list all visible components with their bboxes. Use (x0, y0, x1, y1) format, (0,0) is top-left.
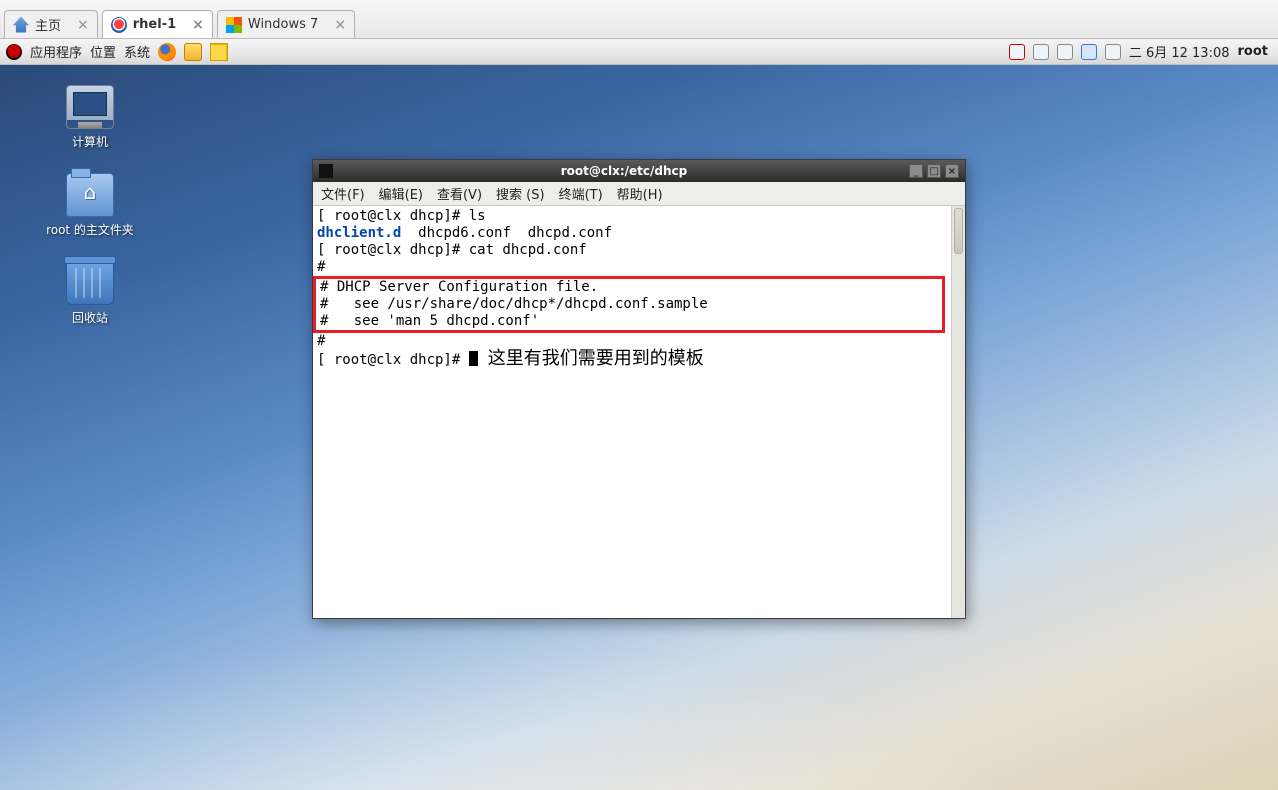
menu-edit[interactable]: 编辑(E) (379, 184, 423, 203)
terminal-menubar: 文件(F) 编辑(E) 查看(V) 搜索 (S) 终端(T) 帮助(H) (313, 182, 965, 206)
bluetooth-tray-icon[interactable] (1081, 44, 1097, 60)
window-title: root@clx:/etc/dhcp (339, 164, 909, 178)
close-button[interactable]: × (945, 164, 959, 178)
mail-icon[interactable] (184, 43, 202, 61)
terminal-line: # DHCP Server Configuration file. (320, 279, 598, 295)
menu-help[interactable]: 帮助(H) (617, 184, 663, 203)
network-tray-icon[interactable] (1033, 44, 1049, 60)
terminal-line: # (317, 259, 325, 275)
desktop-icon-label: root 的主文件夹 (30, 221, 150, 238)
vm-tab-label: rhel-1 (133, 17, 176, 32)
highlight-box: # DHCP Server Configuration file. # see … (313, 276, 945, 333)
scrollbar-thumb[interactable] (954, 208, 963, 254)
vm-tab-windows[interactable]: Windows 7 × (217, 10, 355, 38)
panel-user[interactable]: root (1238, 44, 1269, 59)
desktop-icon-trash[interactable]: 回收站 (30, 261, 150, 326)
redhat-logo-icon (6, 44, 22, 60)
menu-search[interactable]: 搜索 (S) (496, 184, 545, 203)
terminal-cursor (469, 351, 478, 366)
terminal-window: root@clx:/etc/dhcp _ □ × 文件(F) 编辑(E) 查看(… (312, 159, 966, 619)
desktop-icon-computer[interactable]: 计算机 (30, 85, 150, 150)
terminal-line: # see 'man 5 dhcpd.conf' (320, 313, 539, 329)
terminal-scrollbar[interactable] (951, 206, 965, 618)
menu-applications[interactable]: 应用程序 (30, 42, 82, 61)
update-tray-icon[interactable] (1009, 44, 1025, 60)
desktop-icon-label: 回收站 (30, 309, 150, 326)
vm-tab-bar: 主页 × rhel-1 × Windows 7 × (0, 0, 1278, 39)
terminal-ls-rest: dhcpd6.conf dhcpd.conf (401, 225, 612, 241)
panel-clock[interactable]: 二 6月 12 13:08 (1129, 42, 1230, 61)
window-titlebar[interactable]: root@clx:/etc/dhcp _ □ × (313, 160, 965, 182)
minimize-button[interactable]: _ (909, 164, 923, 178)
display-tray-icon[interactable] (1105, 44, 1121, 60)
close-icon[interactable]: × (334, 17, 346, 33)
vm-tab-label: 主页 (35, 15, 61, 34)
close-icon[interactable]: × (77, 17, 89, 33)
volume-tray-icon[interactable] (1057, 44, 1073, 60)
note-icon[interactable] (210, 43, 228, 61)
terminal-ls-dir: dhclient.d (317, 225, 401, 241)
menu-places[interactable]: 位置 (90, 42, 116, 61)
menu-view[interactable]: 查看(V) (437, 184, 482, 203)
folder-icon (66, 173, 114, 217)
computer-icon (66, 85, 114, 129)
terminal-titlebar-icon (319, 164, 333, 178)
annotation-text: 这里有我们需要用到的模板 (488, 348, 704, 369)
terminal-prompt: [ root@clx dhcp]# (317, 352, 469, 368)
desktop[interactable]: 计算机 root 的主文件夹 回收站 root@clx:/etc/dhcp _ … (0, 65, 1278, 790)
gnome-top-panel: 应用程序 位置 系统 二 6月 12 13:08 root (0, 39, 1278, 65)
desktop-icon-label: 计算机 (30, 133, 150, 150)
rhel-icon (111, 17, 127, 33)
terminal-line: # see /usr/share/doc/dhcp*/dhcpd.conf.sa… (320, 296, 708, 312)
close-icon[interactable]: × (192, 17, 204, 33)
desktop-icon-home[interactable]: root 的主文件夹 (30, 173, 150, 238)
vm-tab-home[interactable]: 主页 × (4, 10, 98, 38)
firefox-icon[interactable] (158, 43, 176, 61)
trash-icon (66, 261, 114, 305)
terminal-line: [ root@clx dhcp]# ls (317, 208, 486, 224)
terminal-body[interactable]: [ root@clx dhcp]# ls dhclient.d dhcpd6.c… (313, 206, 965, 618)
menu-system[interactable]: 系统 (124, 42, 150, 61)
windows-icon (226, 17, 242, 33)
menu-file[interactable]: 文件(F) (321, 184, 365, 203)
terminal-line: # (317, 333, 325, 349)
menu-terminal[interactable]: 终端(T) (559, 184, 603, 203)
terminal-line: [ root@clx dhcp]# cat dhcpd.conf (317, 242, 587, 258)
vm-tab-rhel[interactable]: rhel-1 × (102, 10, 213, 38)
maximize-button[interactable]: □ (927, 164, 941, 178)
vm-tab-label: Windows 7 (248, 17, 318, 32)
home-icon (13, 17, 29, 33)
